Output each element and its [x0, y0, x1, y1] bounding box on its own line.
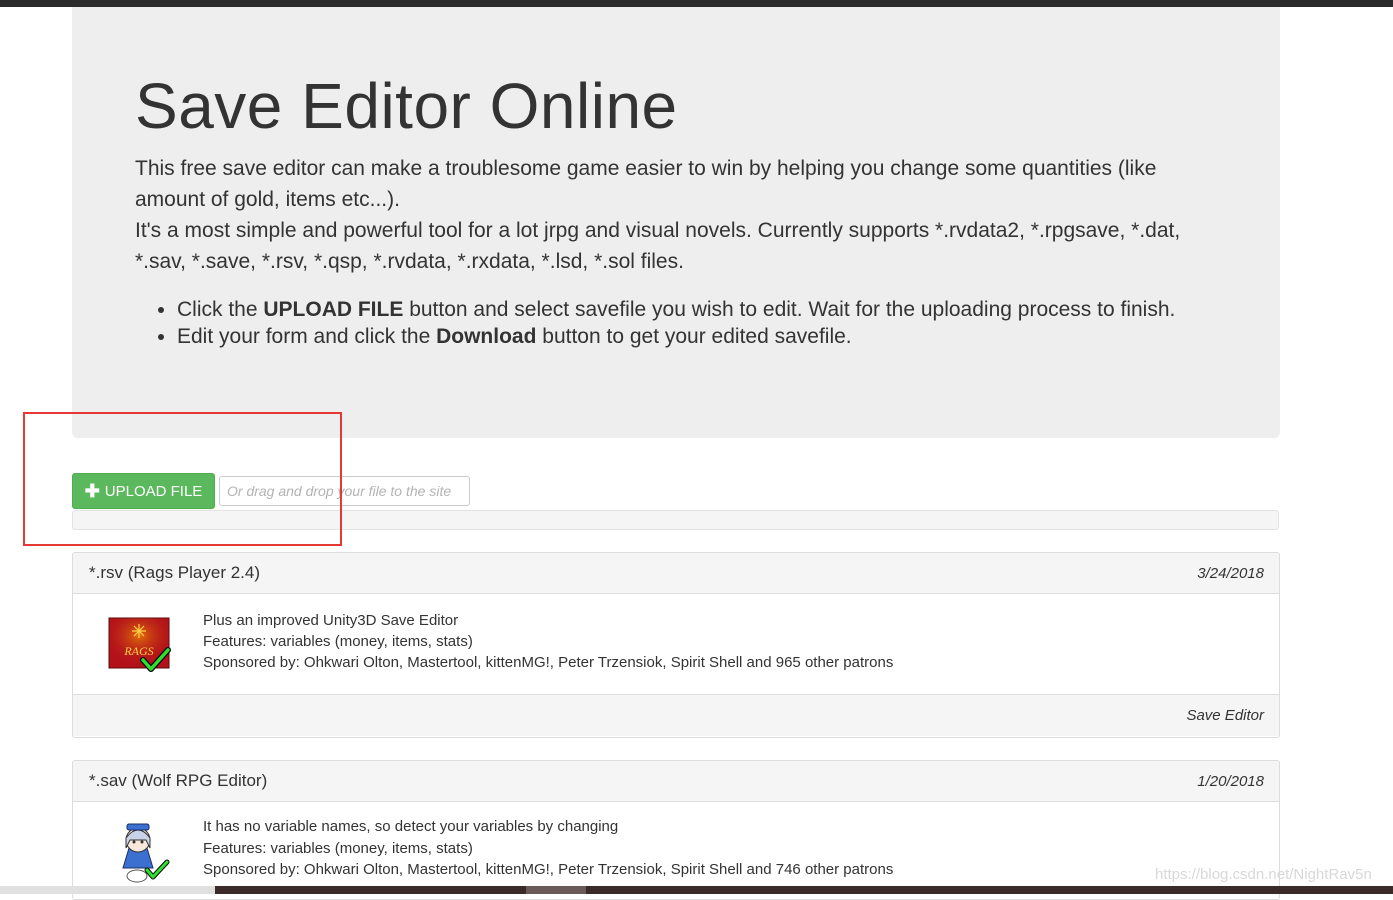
- editor-card-sav: *.sav (Wolf RPG Editor) 1/20/2018 It has…: [72, 760, 1280, 900]
- rags-logo-text: RAGS: [123, 644, 153, 658]
- upload-file-button[interactable]: ✚ UPLOAD FILE: [72, 473, 215, 509]
- card-line: It has no variable names, so detect your…: [203, 818, 619, 835]
- rags-logo-thumbnail: RAGS: [108, 617, 171, 672]
- bottom-bar-segment: [526, 886, 586, 894]
- step-emphasis: Download: [436, 325, 537, 348]
- card-body: RAGS Plus an improved Unity3D Save Edito…: [73, 594, 1279, 694]
- card-line: Sponsored by: Ohkwari Olton, Mastertool,…: [203, 654, 894, 671]
- instructions-list: Click the UPLOAD FILE button and select …: [135, 296, 1237, 350]
- editor-card-rsv: *.rsv (Rags Player 2.4) 3/24/2018 RAGS P…: [72, 552, 1280, 738]
- watermark-text: https://blog.csdn.net/NightRav5n: [1155, 866, 1372, 883]
- card-header: *.sav (Wolf RPG Editor) 1/20/2018: [73, 761, 1279, 802]
- card-line: Features: variables (money, items, stats…: [203, 839, 473, 857]
- card-date: 1/20/2018: [1197, 772, 1264, 790]
- card-description: It has no variable names, so detect your…: [203, 816, 893, 881]
- drag-drop-zone[interactable]: Or drag and drop your file to the site: [219, 476, 470, 506]
- step-text: Edit your form and click the: [177, 325, 437, 348]
- card-title[interactable]: *.sav (Wolf RPG Editor): [89, 771, 267, 791]
- window-bottom-bar: [0, 886, 1393, 894]
- intro-line-1: This free save editor can make a trouble…: [135, 157, 1157, 211]
- upload-progress-bar: [72, 510, 1279, 530]
- hero-jumbotron: Save Editor Online This free save editor…: [72, 7, 1280, 438]
- save-editor-link[interactable]: Save Editor: [1186, 707, 1264, 724]
- step-text: button to get your edited savefile.: [536, 325, 852, 348]
- instruction-step: Click the UPLOAD FILE button and select …: [177, 296, 1237, 323]
- card-line: Plus an improved Unity3D Save Editor: [203, 612, 459, 629]
- card-line: Features: variables (money, items, stats…: [203, 633, 473, 650]
- card-title[interactable]: *.rsv (Rags Player 2.4): [89, 563, 260, 583]
- bottom-bar-segment: [0, 886, 215, 894]
- step-text: Click the: [177, 298, 264, 321]
- page-title: Save Editor Online: [135, 70, 678, 142]
- window-top-bar: [0, 0, 1393, 7]
- intro-text: This free save editor can make a trouble…: [135, 153, 1215, 277]
- card-line: Sponsored by: Ohkwari Olton, Mastertool,…: [203, 861, 894, 878]
- card-footer: Save Editor: [73, 694, 1279, 736]
- step-emphasis: UPLOAD FILE: [263, 298, 404, 321]
- card-date: 3/24/2018: [1197, 564, 1264, 582]
- instruction-step: Edit your form and click the Download bu…: [177, 323, 1237, 350]
- card-description: Plus an improved Unity3D Save Editor Fea…: [203, 610, 893, 673]
- intro-line-2: It's a most simple and powerful tool for…: [135, 219, 1181, 273]
- upload-button-label: UPLOAD FILE: [104, 482, 203, 500]
- card-header: *.rsv (Rags Player 2.4) 3/24/2018: [73, 553, 1279, 594]
- plus-icon: ✚: [84, 481, 100, 501]
- step-text: button and select savefile you wish to e…: [403, 298, 1176, 321]
- wolf-rpg-character-thumbnail: [122, 823, 170, 883]
